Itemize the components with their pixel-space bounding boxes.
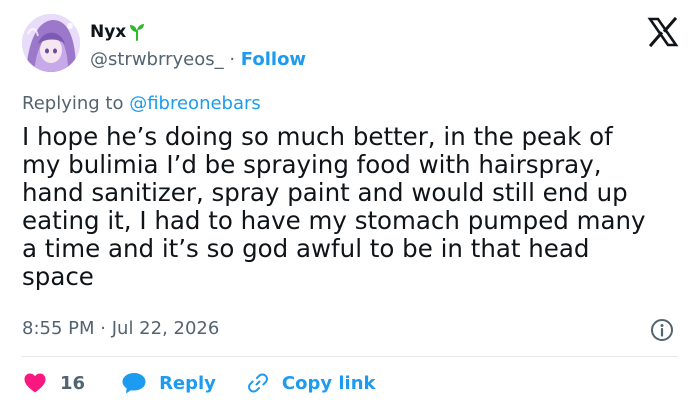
handle-row: @strwbrryeos_ · Follow (90, 49, 306, 70)
tweet-text-line: I hope he’s doing so much better, in the… (22, 122, 613, 151)
tweet-text-line: a time and it’s so god awful to be in th… (22, 234, 590, 263)
reply-context-prefix: Replying to (22, 93, 124, 114)
reply-button[interactable]: Reply (121, 371, 216, 395)
copy-link-label: Copy link (281, 372, 376, 394)
like-count: 16 (60, 372, 86, 394)
sprout-icon (129, 23, 145, 41)
follow-button[interactable]: Follow (241, 49, 306, 70)
reply-mention-link[interactable]: @fibreonebars (129, 93, 261, 114)
tweet-date: Jul 22, 2026 (111, 318, 220, 339)
avatar-image (22, 14, 80, 72)
name-row: Nyx (90, 22, 145, 42)
reply-label: Reply (159, 372, 216, 394)
timestamp-separator: · (100, 318, 106, 339)
handle[interactable]: @strwbrryeos_ (90, 49, 224, 70)
tweet-text-line: eating it, I had to have my stomach pump… (22, 206, 646, 235)
heart-icon (24, 373, 46, 393)
tweet-text: I hope he’s doing so much better, in the… (22, 123, 682, 291)
tweet-timestamp[interactable]: 8:55 PM · Jul 22, 2026 (22, 318, 219, 339)
reply-bubble-icon (122, 373, 146, 394)
reply-context: Replying to @fibreonebars (22, 93, 261, 114)
tweet-time: 8:55 PM (22, 318, 95, 339)
action-bar: 16 Reply Copy link (22, 370, 376, 396)
avatar[interactable] (22, 14, 80, 72)
link-icon (247, 373, 268, 393)
divider (22, 356, 678, 357)
x-logo-icon[interactable] (647, 16, 679, 48)
tweet-text-line: hand sanitizer, spray paint and would st… (22, 178, 628, 207)
tweet-text-line: my bulimia I’d be spraying food with hai… (22, 150, 602, 179)
copy-link-button[interactable]: Copy link (246, 371, 376, 395)
like-button[interactable]: 16 (22, 371, 85, 395)
display-name[interactable]: Nyx (90, 22, 126, 42)
separator-dot: · (229, 49, 236, 70)
info-icon[interactable] (650, 318, 674, 342)
tweet-header: Nyx @strwbrryeos_ · Follow (22, 14, 682, 78)
tweet-text-line: space (22, 262, 94, 291)
